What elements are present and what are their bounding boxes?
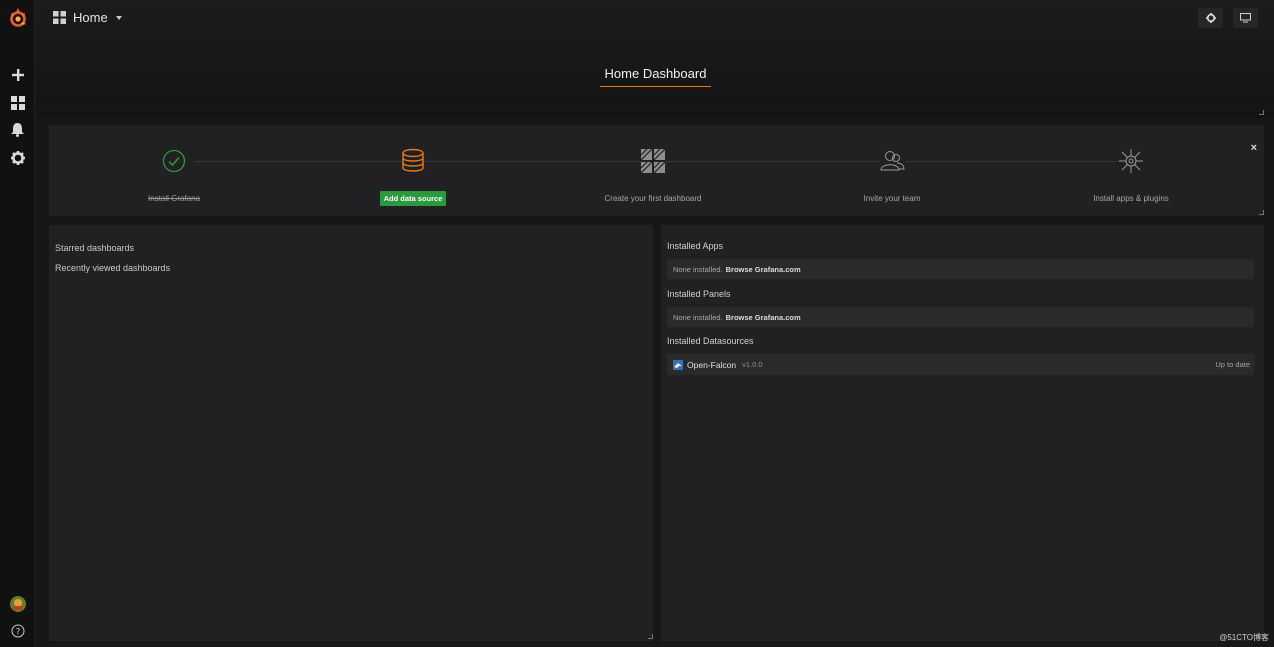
installed-datasources-heading: Installed Datasources (667, 336, 754, 346)
datasource-name[interactable]: Open-Falcon (687, 360, 736, 370)
svg-text:?: ? (15, 628, 20, 638)
view-mode-button[interactable] (1233, 8, 1258, 28)
sidebar: ? (0, 0, 35, 647)
datasource-version: v1.0.0 (742, 360, 763, 369)
dashboard-picker-label: Home (73, 10, 108, 25)
step-add-data-source: Add data source (338, 147, 488, 206)
dashboard-title: Home Dashboard (600, 66, 711, 87)
getting-started-panel: Install Grafana Add data source Create y… (49, 125, 1264, 216)
panel-resize-handle[interactable] (648, 634, 653, 639)
open-falcon-logo-icon (673, 359, 683, 370)
user-avatar[interactable] (0, 592, 35, 616)
none-installed-text: None installed. (673, 312, 723, 322)
installed-apps-heading: Installed Apps (667, 241, 724, 251)
step-label: Install Grafana (147, 194, 201, 203)
dashboard-list-panel: Starred dashboards Recently viewed dashb… (49, 225, 653, 641)
help-icon[interactable]: ? (0, 619, 35, 643)
none-installed-text: None installed. (673, 264, 723, 274)
installed-panels-row: None installed. Browse Grafana.com (667, 307, 1254, 327)
browse-grafana-link[interactable]: Browse Grafana.com (726, 265, 801, 274)
plugins-icon (1119, 149, 1143, 173)
step-label[interactable]: Invite your team (817, 194, 967, 203)
panel-resize-handle[interactable] (1259, 110, 1264, 115)
browse-grafana-link[interactable]: Browse Grafana.com (726, 313, 801, 322)
monitor-icon (1240, 13, 1251, 23)
close-icon[interactable]: × (1251, 142, 1257, 154)
dashboard-grid-icon (53, 11, 66, 24)
step-label[interactable]: Create your first dashboard (578, 194, 728, 203)
installed-panels-heading: Installed Panels (667, 289, 731, 299)
watermark: @51CTO博客 (1219, 633, 1269, 642)
gear-icon (1205, 13, 1216, 23)
dashboard-settings-button[interactable] (1198, 8, 1223, 28)
alerting-bell-icon[interactable] (0, 118, 35, 142)
dashboards-icon[interactable] (0, 91, 35, 115)
step-install-grafana: Install Grafana (99, 147, 249, 203)
check-circle-icon (162, 149, 186, 173)
step-install-apps: Install apps & plugins (1056, 147, 1206, 203)
datasource-status: Up to date (1215, 360, 1250, 369)
starred-dashboards-link[interactable]: Starred dashboards (55, 243, 134, 253)
create-plus-icon[interactable] (0, 63, 35, 87)
plugin-list-panel: Installed Apps None installed. Browse Gr… (661, 225, 1264, 641)
step-invite-team: Invite your team (817, 147, 967, 203)
users-icon (879, 149, 905, 173)
grafana-logo-icon[interactable] (0, 6, 35, 30)
dashboard-tiles-icon (641, 149, 665, 173)
recently-viewed-link[interactable]: Recently viewed dashboards (55, 263, 170, 273)
datasource-row[interactable]: Open-Falcon v1.0.0 Up to date (667, 354, 1254, 375)
installed-apps-row: None installed. Browse Grafana.com (667, 259, 1254, 279)
dashboard-header: Home (35, 0, 1274, 118)
step-create-dashboard: Create your first dashboard (578, 147, 728, 203)
configuration-gear-icon[interactable] (0, 146, 35, 170)
dashboard-picker[interactable]: Home (53, 10, 122, 25)
database-icon (402, 148, 424, 172)
step-label[interactable]: Install apps & plugins (1056, 194, 1206, 203)
panel-resize-handle[interactable] (1259, 210, 1264, 215)
chevron-down-icon (115, 15, 122, 20)
add-data-source-button[interactable]: Add data source (379, 191, 447, 206)
